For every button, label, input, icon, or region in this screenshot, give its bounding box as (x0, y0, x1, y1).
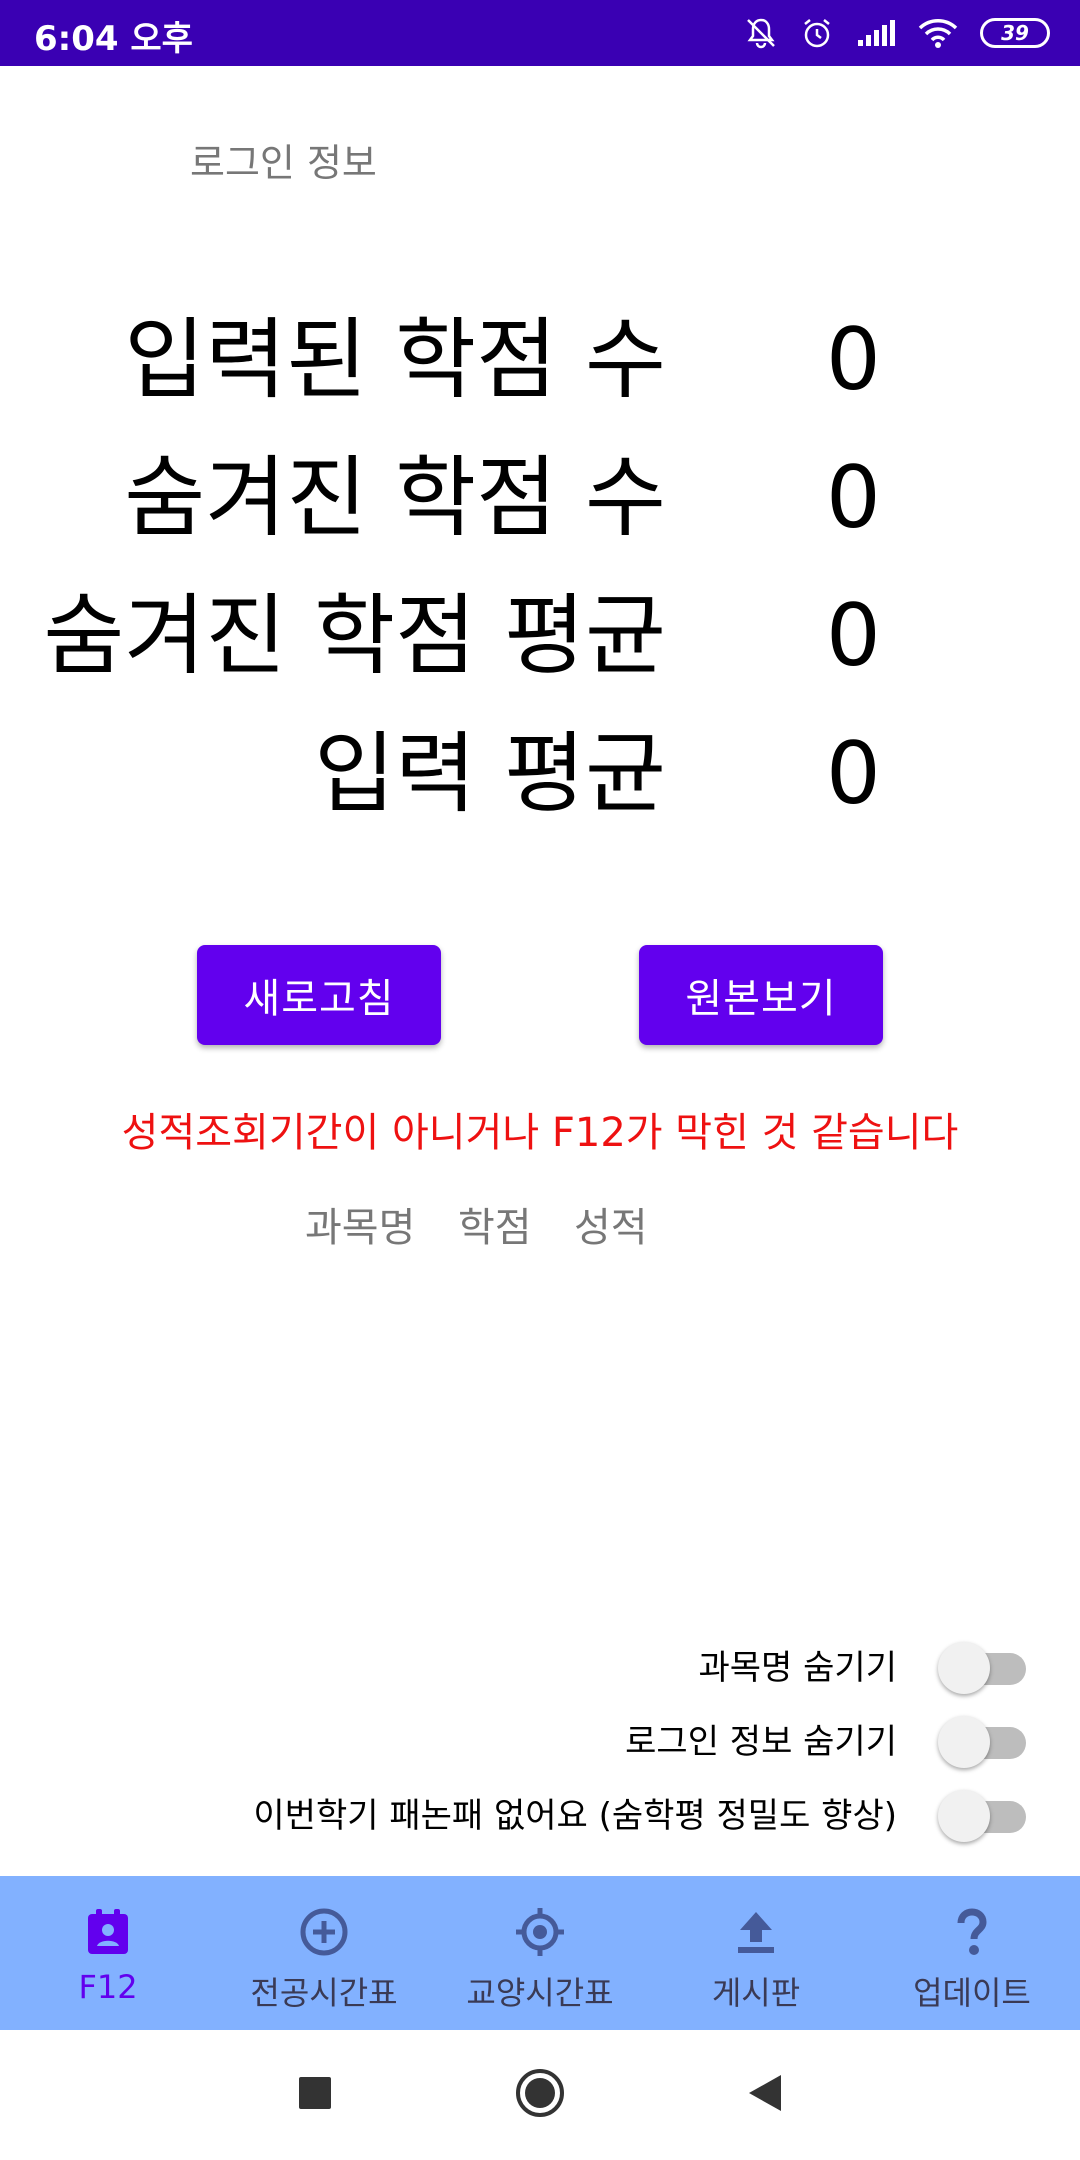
hide-subject-switch[interactable] (938, 1642, 1028, 1694)
stat-value: 0 (826, 724, 881, 824)
home-circle-icon (514, 2067, 566, 2123)
nav-item-board[interactable]: 게시판 (648, 1876, 864, 2030)
stat-label: 숨겨진 학점 평균 (43, 584, 666, 687)
no-pass-fail-switch[interactable] (938, 1790, 1028, 1842)
stat-row-entered-average: 입력 평균 0 (0, 719, 1080, 829)
bottom-navigation: F12 전공시간표 교양시간표 게시판 업데이트 (0, 1876, 1080, 2030)
error-message: 성적조회기간이 아니거나 F12가 막힌 것 같습니다 (121, 1110, 959, 1156)
crosshair-icon (514, 1876, 566, 1962)
status-bar: 6:04 오후 39 (0, 0, 1080, 66)
signal-icon (856, 18, 896, 48)
nav-item-liberal-timetable[interactable]: 교양시간표 (432, 1876, 648, 2030)
column-header-subject: 과목명 (305, 1205, 416, 1251)
status-time: 6:04 오후 (34, 19, 193, 59)
stat-row-hidden-credits: 숨겨진 학점 수 0 (0, 443, 1080, 553)
nav-label: 게시판 (711, 1974, 801, 2012)
battery-icon: 39 (980, 18, 1050, 48)
bell-muted-icon (744, 16, 778, 50)
column-header-grade: 성적 (574, 1205, 648, 1251)
status-icons: 39 (744, 10, 1050, 56)
nav-label: F12 (78, 1968, 138, 2006)
stat-label: 입력된 학점 수 (124, 308, 666, 411)
nav-label: 교양시간표 (466, 1974, 614, 2012)
stat-label: 숨겨진 학점 수 (124, 446, 666, 549)
stat-row-entered-credits: 입력된 학점 수 0 (0, 305, 1080, 415)
square-icon (298, 2076, 332, 2114)
back-triangle-icon (747, 2073, 783, 2117)
system-navigation-bar (0, 2030, 1080, 2160)
toggle-row-no-pass-fail: 이번학기 패논패 없어요 (숨학평 정밀도 향상) (0, 1781, 1080, 1851)
toggle-label: 로그인 정보 숨기기 (625, 1722, 897, 1762)
wifi-icon (918, 17, 958, 49)
hide-login-switch[interactable] (938, 1716, 1028, 1768)
stat-row-hidden-average: 숨겨진 학점 평균 0 (0, 581, 1080, 691)
stat-value: 0 (826, 448, 881, 548)
nav-label: 전공시간표 (250, 1974, 398, 2012)
toggle-row-hide-login: 로그인 정보 숨기기 (0, 1707, 1080, 1777)
nav-item-major-timetable[interactable]: 전공시간표 (216, 1876, 432, 2030)
stat-value: 0 (826, 586, 881, 686)
nav-item-f12[interactable]: F12 (0, 1876, 216, 2030)
nav-label: 업데이트 (913, 1974, 1031, 2012)
toggle-label: 과목명 숨기기 (698, 1648, 898, 1688)
refresh-button[interactable]: 새로고침 (197, 945, 441, 1045)
badge-icon (82, 1876, 134, 1962)
stat-value: 0 (826, 310, 881, 410)
upload-icon (730, 1876, 782, 1962)
back-button[interactable] (735, 2030, 795, 2160)
view-original-button[interactable]: 원본보기 (639, 945, 883, 1045)
login-info-label: 로그인 정보 (190, 141, 377, 185)
question-icon (946, 1876, 998, 1962)
plus-circle-icon (298, 1876, 350, 1962)
toggle-row-hide-subject: 과목명 숨기기 (0, 1633, 1080, 1703)
nav-item-update[interactable]: 업데이트 (864, 1876, 1080, 2030)
stat-label: 입력 평균 (314, 722, 666, 825)
home-button[interactable] (510, 2030, 570, 2160)
recent-apps-button[interactable] (285, 2030, 345, 2160)
alarm-icon (800, 16, 834, 50)
toggle-label: 이번학기 패논패 없어요 (숨학평 정밀도 향상) (253, 1796, 897, 1836)
column-header-credits: 학점 (458, 1205, 532, 1251)
